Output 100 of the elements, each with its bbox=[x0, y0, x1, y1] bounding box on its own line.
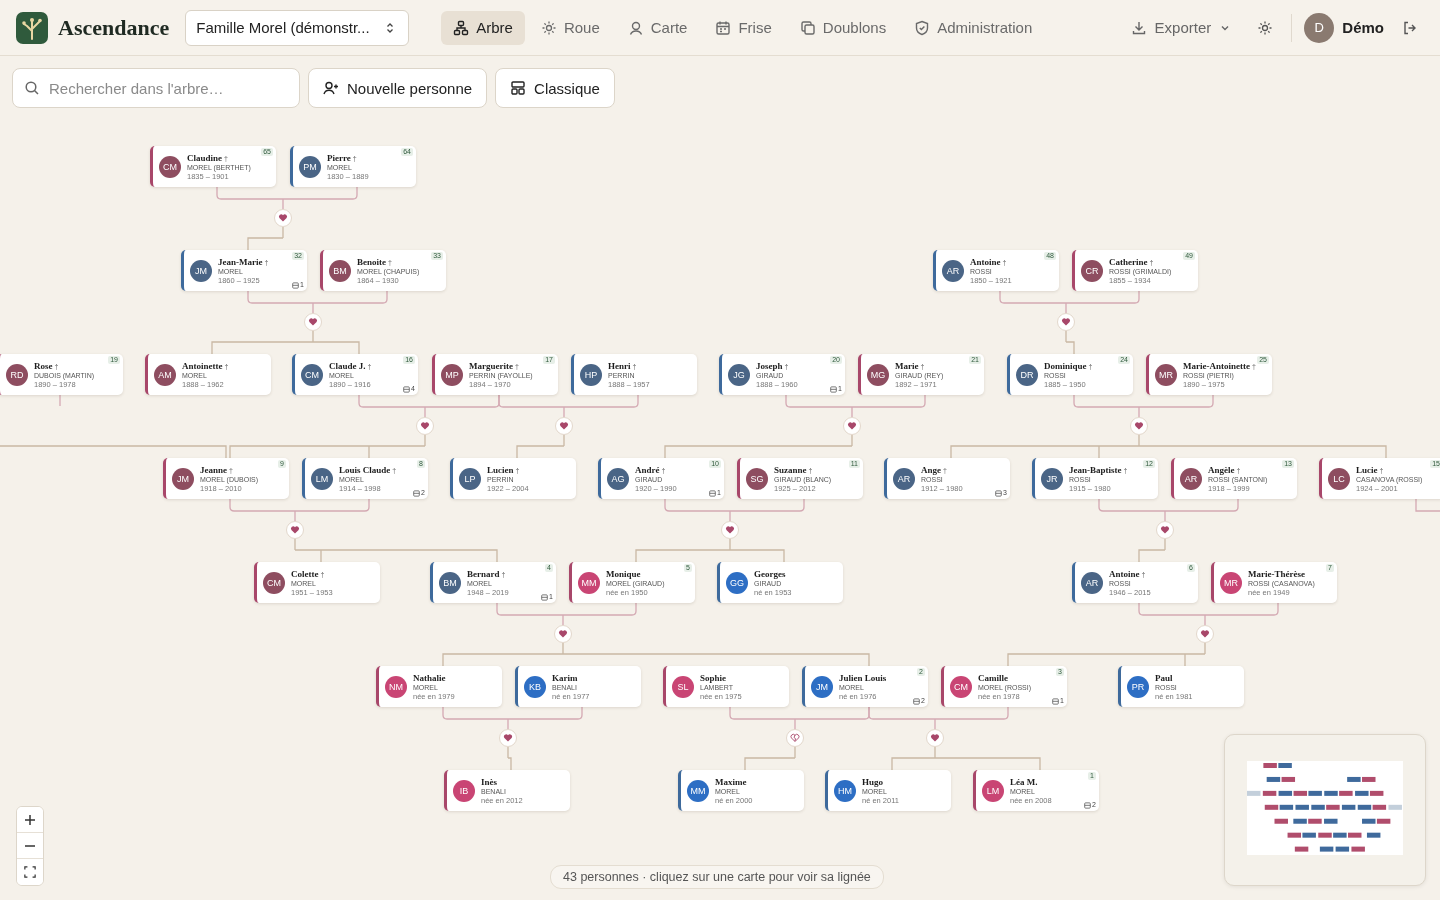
connector-line bbox=[59, 394, 61, 407]
children-icon bbox=[830, 385, 838, 393]
initials-avatar: JG bbox=[728, 363, 750, 386]
person-name: Sophie bbox=[700, 672, 726, 683]
person-name: Catherine bbox=[1109, 256, 1148, 267]
person-name: Louis Claude bbox=[339, 464, 391, 475]
person-name: Antoine bbox=[970, 256, 1001, 267]
person-name: Jeanne bbox=[200, 464, 227, 475]
person-name: Georges bbox=[754, 568, 786, 579]
initials-avatar: AR bbox=[942, 259, 964, 282]
person-name: André bbox=[635, 464, 660, 475]
person-name: Claude J. bbox=[329, 360, 366, 371]
fit-view-icon bbox=[24, 866, 36, 878]
sun-icon bbox=[1257, 19, 1274, 36]
person-name: Monique bbox=[606, 568, 641, 579]
person-name: Karim bbox=[552, 672, 578, 683]
minimap-panel[interactable] bbox=[1224, 734, 1426, 886]
calendar-icon bbox=[715, 19, 732, 36]
person-name: Lucien bbox=[487, 464, 514, 475]
person-name: Hugo bbox=[862, 776, 883, 787]
initials-avatar: AR bbox=[1180, 467, 1202, 490]
person-name: Paul bbox=[1155, 672, 1173, 683]
connector-line bbox=[247, 226, 284, 251]
children-icon bbox=[1084, 801, 1092, 809]
logout-icon bbox=[1402, 19, 1418, 36]
minus-icon bbox=[23, 844, 37, 847]
children-icon bbox=[292, 281, 300, 289]
initials-avatar: DR bbox=[1016, 363, 1038, 386]
shield-icon bbox=[914, 19, 931, 36]
initials-avatar: CM bbox=[263, 571, 285, 594]
initials-avatar: BM bbox=[439, 571, 461, 594]
zoom-in-button[interactable] bbox=[17, 807, 43, 833]
export-button[interactable]: Exporter bbox=[1122, 13, 1240, 42]
plus-icon bbox=[23, 812, 37, 827]
layout-button[interactable]: Classique bbox=[495, 68, 615, 108]
connector-line bbox=[1138, 538, 1166, 563]
nav-tab[interactable]: Roue bbox=[528, 10, 612, 45]
person-name: Colette bbox=[291, 568, 319, 579]
person-name: Marguerite bbox=[469, 360, 513, 371]
initials-avatar: MR bbox=[1220, 571, 1242, 594]
initials-avatar: CR bbox=[1081, 259, 1103, 282]
person-name: Jean-Baptiste bbox=[1069, 464, 1122, 475]
initials-avatar: SL bbox=[672, 675, 694, 698]
initials-avatar: LM bbox=[311, 467, 333, 490]
sun-icon bbox=[540, 19, 557, 36]
initials-avatar: AM bbox=[154, 363, 176, 386]
person-name: Claudine bbox=[187, 152, 222, 163]
search-field[interactable]: Rechercher dans l'arbre… bbox=[12, 68, 300, 108]
initials-avatar: PR bbox=[1127, 675, 1149, 698]
person-name: Julien Louis bbox=[839, 672, 887, 683]
person-name: Nathalie bbox=[413, 672, 446, 683]
initials-avatar: NM bbox=[385, 675, 407, 698]
new-person-button[interactable]: Nouvelle personne bbox=[308, 68, 488, 108]
initials-avatar: SG bbox=[746, 467, 768, 490]
person-name: Camille bbox=[978, 672, 1008, 683]
nav-tab[interactable]: Arbre bbox=[441, 10, 525, 45]
tree-icon bbox=[453, 19, 470, 36]
initials-avatar: AG bbox=[607, 467, 629, 490]
person-name: Inès bbox=[481, 776, 497, 787]
nav-tab[interactable]: Doublons bbox=[787, 10, 899, 45]
initials-avatar: CM bbox=[301, 363, 323, 386]
children-icon bbox=[541, 593, 549, 601]
connector-line bbox=[1065, 330, 1075, 355]
person-name: Pierre bbox=[327, 152, 351, 163]
tree-select[interactable]: Famille Morel (démonstr... bbox=[185, 9, 410, 46]
nav-tab[interactable]: Administration bbox=[902, 10, 1045, 45]
initials-avatar: IB bbox=[453, 779, 475, 802]
tree-logo-icon bbox=[16, 11, 48, 44]
initials-avatar: MP bbox=[441, 363, 463, 386]
app-name: Ascendance bbox=[58, 14, 170, 41]
nav-tab[interactable]: Carte bbox=[615, 10, 700, 45]
person-name: Marie bbox=[895, 360, 919, 371]
user-avatar[interactable]: D bbox=[1304, 12, 1335, 43]
initials-avatar: MG bbox=[867, 363, 889, 386]
connector-line bbox=[507, 746, 512, 771]
person-name: Suzanne bbox=[774, 464, 807, 475]
connector-line bbox=[744, 746, 796, 771]
person-name: Bernard bbox=[467, 568, 500, 579]
person-name: Benoite bbox=[357, 256, 386, 267]
children-icon bbox=[913, 697, 921, 705]
initials-avatar: KB bbox=[524, 675, 546, 698]
user-plus-icon bbox=[323, 80, 339, 96]
person-name: Henri bbox=[608, 360, 631, 371]
children-icon bbox=[413, 489, 421, 497]
person-name: Marie-Thérèse bbox=[1248, 568, 1305, 579]
children-icon bbox=[403, 385, 411, 393]
nav-tab[interactable]: Frise bbox=[703, 10, 784, 45]
children-icon bbox=[995, 489, 1003, 497]
person-name: Ange bbox=[921, 464, 941, 475]
initials-avatar: JR bbox=[1041, 467, 1063, 490]
person-name: Antoine bbox=[1109, 568, 1140, 579]
person-name: Joseph bbox=[756, 360, 783, 371]
initials-avatar: AR bbox=[1081, 571, 1103, 594]
initials-avatar: PM bbox=[299, 155, 321, 178]
children-icon bbox=[1052, 697, 1060, 705]
initials-avatar: CM bbox=[159, 155, 181, 178]
connector-line bbox=[516, 434, 565, 459]
download-icon bbox=[1130, 19, 1147, 36]
layout-icon bbox=[510, 80, 527, 96]
initials-avatar: HP bbox=[580, 363, 602, 386]
